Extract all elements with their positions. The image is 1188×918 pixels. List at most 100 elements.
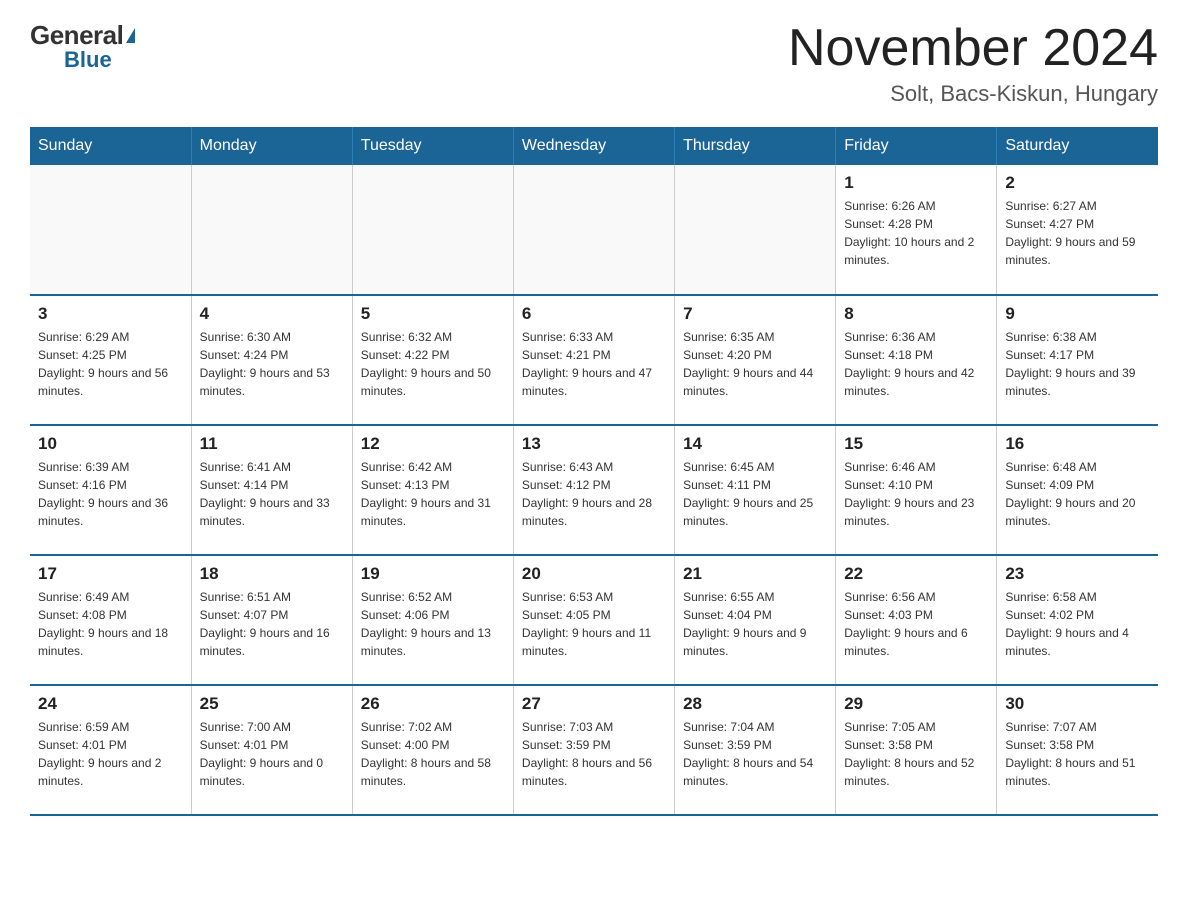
day-number: 1 — [844, 173, 988, 193]
day-info: Sunrise: 7:02 AM Sunset: 4:00 PM Dayligh… — [361, 718, 505, 790]
day-number: 25 — [200, 694, 344, 714]
day-info: Sunrise: 7:04 AM Sunset: 3:59 PM Dayligh… — [683, 718, 827, 790]
day-number: 18 — [200, 564, 344, 584]
day-info: Sunrise: 6:43 AM Sunset: 4:12 PM Dayligh… — [522, 458, 666, 530]
calendar-cell: 17Sunrise: 6:49 AM Sunset: 4:08 PM Dayli… — [30, 555, 191, 685]
day-info: Sunrise: 6:26 AM Sunset: 4:28 PM Dayligh… — [844, 197, 988, 269]
title-area: November 2024 Solt, Bacs-Kiskun, Hungary — [788, 20, 1158, 107]
day-info: Sunrise: 6:29 AM Sunset: 4:25 PM Dayligh… — [38, 328, 183, 400]
day-info: Sunrise: 7:07 AM Sunset: 3:58 PM Dayligh… — [1005, 718, 1150, 790]
day-number: 16 — [1005, 434, 1150, 454]
calendar-cell — [513, 165, 674, 295]
col-tuesday: Tuesday — [352, 127, 513, 165]
calendar-cell: 4Sunrise: 6:30 AM Sunset: 4:24 PM Daylig… — [191, 295, 352, 425]
day-number: 11 — [200, 434, 344, 454]
calendar-cell: 7 Sunrise: 6:35 AM Sunset: 4:20 PM Daylig… — [675, 295, 836, 425]
calendar-header: Sunday Monday Tuesday Wednesday Thursday… — [30, 127, 1158, 165]
day-number: 15 — [844, 434, 988, 454]
header-row: Sunday Monday Tuesday Wednesday Thursday… — [30, 127, 1158, 165]
day-info: Sunrise: 6:53 AM Sunset: 4:05 PM Dayligh… — [522, 588, 666, 660]
calendar-cell — [30, 165, 191, 295]
page-header: General Blue November 2024 Solt, Bacs-Ki… — [30, 20, 1158, 107]
col-friday: Friday — [836, 127, 997, 165]
day-number: 29 — [844, 694, 988, 714]
day-info: Sunrise: 6:51 AM Sunset: 4:07 PM Dayligh… — [200, 588, 344, 660]
calendar-cell: 16 Sunrise: 6:48 AM Sunset: 4:09 PM Dayli… — [997, 425, 1158, 555]
calendar-cell: 18 Sunrise: 6:51 AM Sunset: 4:07 PM Dayli… — [191, 555, 352, 685]
day-number: 24 — [38, 694, 183, 714]
day-number: 10 — [38, 434, 183, 454]
calendar-cell: 23 Sunrise: 6:58 AM Sunset: 4:02 PM Dayli… — [997, 555, 1158, 685]
day-info: Sunrise: 6:32 AM Sunset: 4:22 PM Dayligh… — [361, 328, 505, 400]
calendar-cell: 27 Sunrise: 7:03 AM Sunset: 3:59 PM Dayli… — [513, 685, 674, 815]
calendar-week-1: 1 Sunrise: 6:26 AM Sunset: 4:28 PM Daylig… — [30, 165, 1158, 295]
calendar-cell: 21 Sunrise: 6:55 AM Sunset: 4:04 PM Dayli… — [675, 555, 836, 685]
day-info: Sunrise: 7:05 AM Sunset: 3:58 PM Dayligh… — [844, 718, 988, 790]
calendar-body: 1 Sunrise: 6:26 AM Sunset: 4:28 PM Daylig… — [30, 165, 1158, 815]
day-number: 3 — [38, 304, 183, 324]
day-number: 26 — [361, 694, 505, 714]
day-info: Sunrise: 6:48 AM Sunset: 4:09 PM Dayligh… — [1005, 458, 1150, 530]
calendar-cell: 28 Sunrise: 7:04 AM Sunset: 3:59 PM Dayli… — [675, 685, 836, 815]
calendar-cell: 29 Sunrise: 7:05 AM Sunset: 3:58 PM Dayli… — [836, 685, 997, 815]
day-number: 19 — [361, 564, 505, 584]
calendar-cell: 15 Sunrise: 6:46 AM Sunset: 4:10 PM Dayli… — [836, 425, 997, 555]
day-info: Sunrise: 6:55 AM Sunset: 4:04 PM Dayligh… — [683, 588, 827, 660]
calendar-table: Sunday Monday Tuesday Wednesday Thursday… — [30, 127, 1158, 816]
calendar-cell: 1 Sunrise: 6:26 AM Sunset: 4:28 PM Daylig… — [836, 165, 997, 295]
day-info: Sunrise: 7:03 AM Sunset: 3:59 PM Dayligh… — [522, 718, 666, 790]
calendar-week-4: 17Sunrise: 6:49 AM Sunset: 4:08 PM Dayli… — [30, 555, 1158, 685]
day-number: 2 — [1005, 173, 1150, 193]
day-number: 27 — [522, 694, 666, 714]
day-info: Sunrise: 6:35 AM Sunset: 4:20 PM Dayligh… — [683, 328, 827, 400]
calendar-cell: 26 Sunrise: 7:02 AM Sunset: 4:00 PM Dayli… — [352, 685, 513, 815]
day-number: 9 — [1005, 304, 1150, 324]
calendar-cell: 11 Sunrise: 6:41 AM Sunset: 4:14 PM Dayli… — [191, 425, 352, 555]
col-monday: Monday — [191, 127, 352, 165]
calendar-cell: 6Sunrise: 6:33 AM Sunset: 4:21 PM Daylig… — [513, 295, 674, 425]
calendar-cell: 24 Sunrise: 6:59 AM Sunset: 4:01 PM Dayli… — [30, 685, 191, 815]
calendar-week-2: 3 Sunrise: 6:29 AM Sunset: 4:25 PM Daylig… — [30, 295, 1158, 425]
calendar-cell — [352, 165, 513, 295]
day-number: 23 — [1005, 564, 1150, 584]
day-info: Sunrise: 6:46 AM Sunset: 4:10 PM Dayligh… — [844, 458, 988, 530]
day-number: 20 — [522, 564, 666, 584]
day-info: Sunrise: 6:58 AM Sunset: 4:02 PM Dayligh… — [1005, 588, 1150, 660]
day-number: 28 — [683, 694, 827, 714]
calendar-cell: 22Sunrise: 6:56 AM Sunset: 4:03 PM Dayli… — [836, 555, 997, 685]
calendar-week-3: 10 Sunrise: 6:39 AM Sunset: 4:16 PM Dayli… — [30, 425, 1158, 555]
day-number: 7 — [683, 304, 827, 324]
day-info: Sunrise: 6:45 AM Sunset: 4:11 PM Dayligh… — [683, 458, 827, 530]
calendar-cell: 19 Sunrise: 6:52 AM Sunset: 4:06 PM Dayli… — [352, 555, 513, 685]
day-info: Sunrise: 6:52 AM Sunset: 4:06 PM Dayligh… — [361, 588, 505, 660]
calendar-cell: 30 Sunrise: 7:07 AM Sunset: 3:58 PM Dayli… — [997, 685, 1158, 815]
calendar-cell — [191, 165, 352, 295]
day-number: 21 — [683, 564, 827, 584]
day-number: 12 — [361, 434, 505, 454]
calendar-cell: 25Sunrise: 7:00 AM Sunset: 4:01 PM Dayli… — [191, 685, 352, 815]
location-subtitle: Solt, Bacs-Kiskun, Hungary — [788, 81, 1158, 107]
day-info: Sunrise: 6:39 AM Sunset: 4:16 PM Dayligh… — [38, 458, 183, 530]
day-number: 13 — [522, 434, 666, 454]
calendar-cell: 10 Sunrise: 6:39 AM Sunset: 4:16 PM Dayli… — [30, 425, 191, 555]
calendar-cell: 12Sunrise: 6:42 AM Sunset: 4:13 PM Dayli… — [352, 425, 513, 555]
day-number: 5 — [361, 304, 505, 324]
calendar-cell: 5 Sunrise: 6:32 AM Sunset: 4:22 PM Daylig… — [352, 295, 513, 425]
day-info: Sunrise: 6:27 AM Sunset: 4:27 PM Dayligh… — [1005, 197, 1150, 269]
col-wednesday: Wednesday — [513, 127, 674, 165]
logo-blue-text: Blue — [64, 47, 112, 73]
logo: General Blue — [30, 20, 135, 73]
calendar-week-5: 24 Sunrise: 6:59 AM Sunset: 4:01 PM Dayli… — [30, 685, 1158, 815]
day-info: Sunrise: 6:41 AM Sunset: 4:14 PM Dayligh… — [200, 458, 344, 530]
day-info: Sunrise: 6:36 AM Sunset: 4:18 PM Dayligh… — [844, 328, 988, 400]
day-number: 30 — [1005, 694, 1150, 714]
day-number: 4 — [200, 304, 344, 324]
calendar-cell: 2 Sunrise: 6:27 AM Sunset: 4:27 PM Daylig… — [997, 165, 1158, 295]
day-number: 8 — [844, 304, 988, 324]
calendar-cell: 3 Sunrise: 6:29 AM Sunset: 4:25 PM Daylig… — [30, 295, 191, 425]
day-info: Sunrise: 6:59 AM Sunset: 4:01 PM Dayligh… — [38, 718, 183, 790]
col-saturday: Saturday — [997, 127, 1158, 165]
day-number: 14 — [683, 434, 827, 454]
calendar-cell: 13 Sunrise: 6:43 AM Sunset: 4:12 PM Dayli… — [513, 425, 674, 555]
calendar-cell: 20 Sunrise: 6:53 AM Sunset: 4:05 PM Dayli… — [513, 555, 674, 685]
